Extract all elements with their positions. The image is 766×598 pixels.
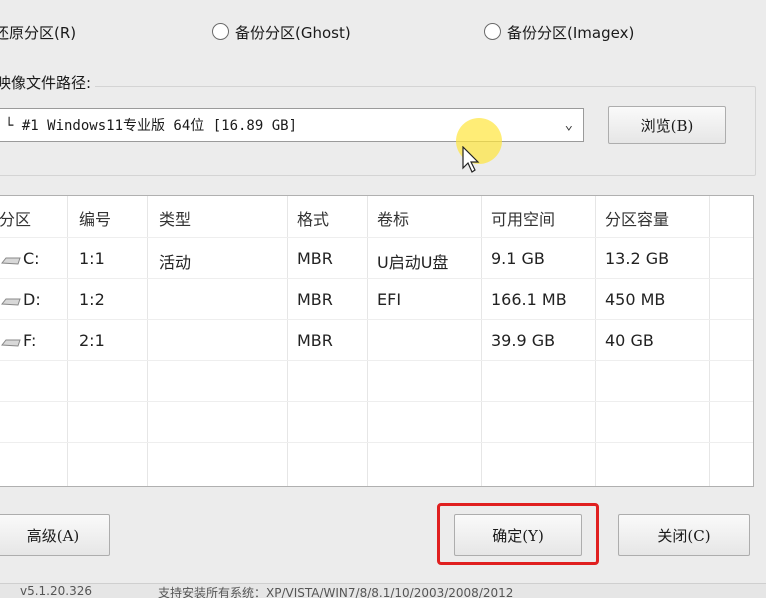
- backup-imagex-label[interactable]: 备份分区(Imagex): [507, 22, 634, 43]
- cell-free: 39.9 GB: [491, 331, 556, 350]
- cell-label: EFI: [377, 290, 402, 309]
- cell-type: 活动: [159, 253, 192, 272]
- cell-label: U启动U盘: [377, 253, 449, 272]
- col-header-label[interactable]: 卷标: [377, 206, 409, 230]
- browse-button[interactable]: 浏览(B): [608, 106, 726, 144]
- cell-free: 9.1 GB: [491, 249, 545, 268]
- image-path-label: 映像文件路径:: [0, 72, 96, 93]
- col-header-free[interactable]: 可用空间: [491, 206, 555, 230]
- col-header-partition[interactable]: 分区: [0, 206, 31, 230]
- restore-option-label[interactable]: 还原分区(R): [0, 22, 76, 43]
- backup-imagex-radio[interactable]: [484, 23, 501, 40]
- status-bar: v5.1.20.326 支持安装所有系统：XP/VISTA/WIN7/8/8.1…: [0, 583, 766, 598]
- cell-capacity: 450 MB: [605, 290, 666, 309]
- cell-format: MBR: [297, 290, 333, 309]
- cell-number: 1:1: [79, 249, 105, 268]
- ok-button[interactable]: 确定(Y): [454, 514, 582, 556]
- cell-format: MBR: [297, 331, 333, 350]
- cell-partition: D:: [23, 290, 41, 309]
- cell-partition: F:: [23, 331, 37, 350]
- status-message: 支持安装所有系统：XP/VISTA/WIN7/8/8.1/10/2003/200…: [158, 586, 514, 598]
- col-header-type[interactable]: 类型: [159, 206, 191, 230]
- close-button[interactable]: 关闭(C): [618, 514, 750, 556]
- table-row[interactable]: D: 1:2 MBR EFI 166.1 MB 450 MB: [0, 279, 753, 319]
- image-file-selected: └ #1 Windows11专业版 64位 [16.89 GB]: [5, 118, 298, 134]
- advanced-button[interactable]: 高级(A): [0, 514, 110, 556]
- cell-number: 2:1: [79, 331, 105, 350]
- mouse-cursor-icon: [462, 146, 480, 173]
- drive-icon: [1, 257, 21, 265]
- backup-ghost-label[interactable]: 备份分区(Ghost): [235, 22, 351, 43]
- cell-format: MBR: [297, 249, 333, 268]
- cell-capacity: 40 GB: [605, 331, 654, 350]
- table-row[interactable]: F: 2:1 MBR 39.9 GB 40 GB: [0, 320, 753, 360]
- partition-table[interactable]: 分区 编号 类型 格式 卷标 可用空间 分区容量 C: 1:1 活动 MBR U…: [0, 195, 754, 487]
- table-row[interactable]: C: 1:1 活动 MBR U启动U盘 9.1 GB 13.2 GB: [0, 238, 753, 278]
- drive-icon: [1, 339, 21, 347]
- col-header-number[interactable]: 编号: [79, 206, 111, 230]
- version-text: v5.1.20.326: [20, 584, 92, 598]
- col-header-capacity[interactable]: 分区容量: [605, 206, 669, 230]
- cell-capacity: 13.2 GB: [605, 249, 670, 268]
- col-header-format[interactable]: 格式: [297, 206, 329, 230]
- drive-icon: [1, 298, 21, 306]
- chevron-down-icon[interactable]: ⌄: [565, 117, 573, 133]
- cell-partition: C:: [23, 249, 40, 268]
- backup-ghost-radio[interactable]: [212, 23, 229, 40]
- cell-free: 166.1 MB: [491, 290, 567, 309]
- cell-number: 1:2: [79, 290, 105, 309]
